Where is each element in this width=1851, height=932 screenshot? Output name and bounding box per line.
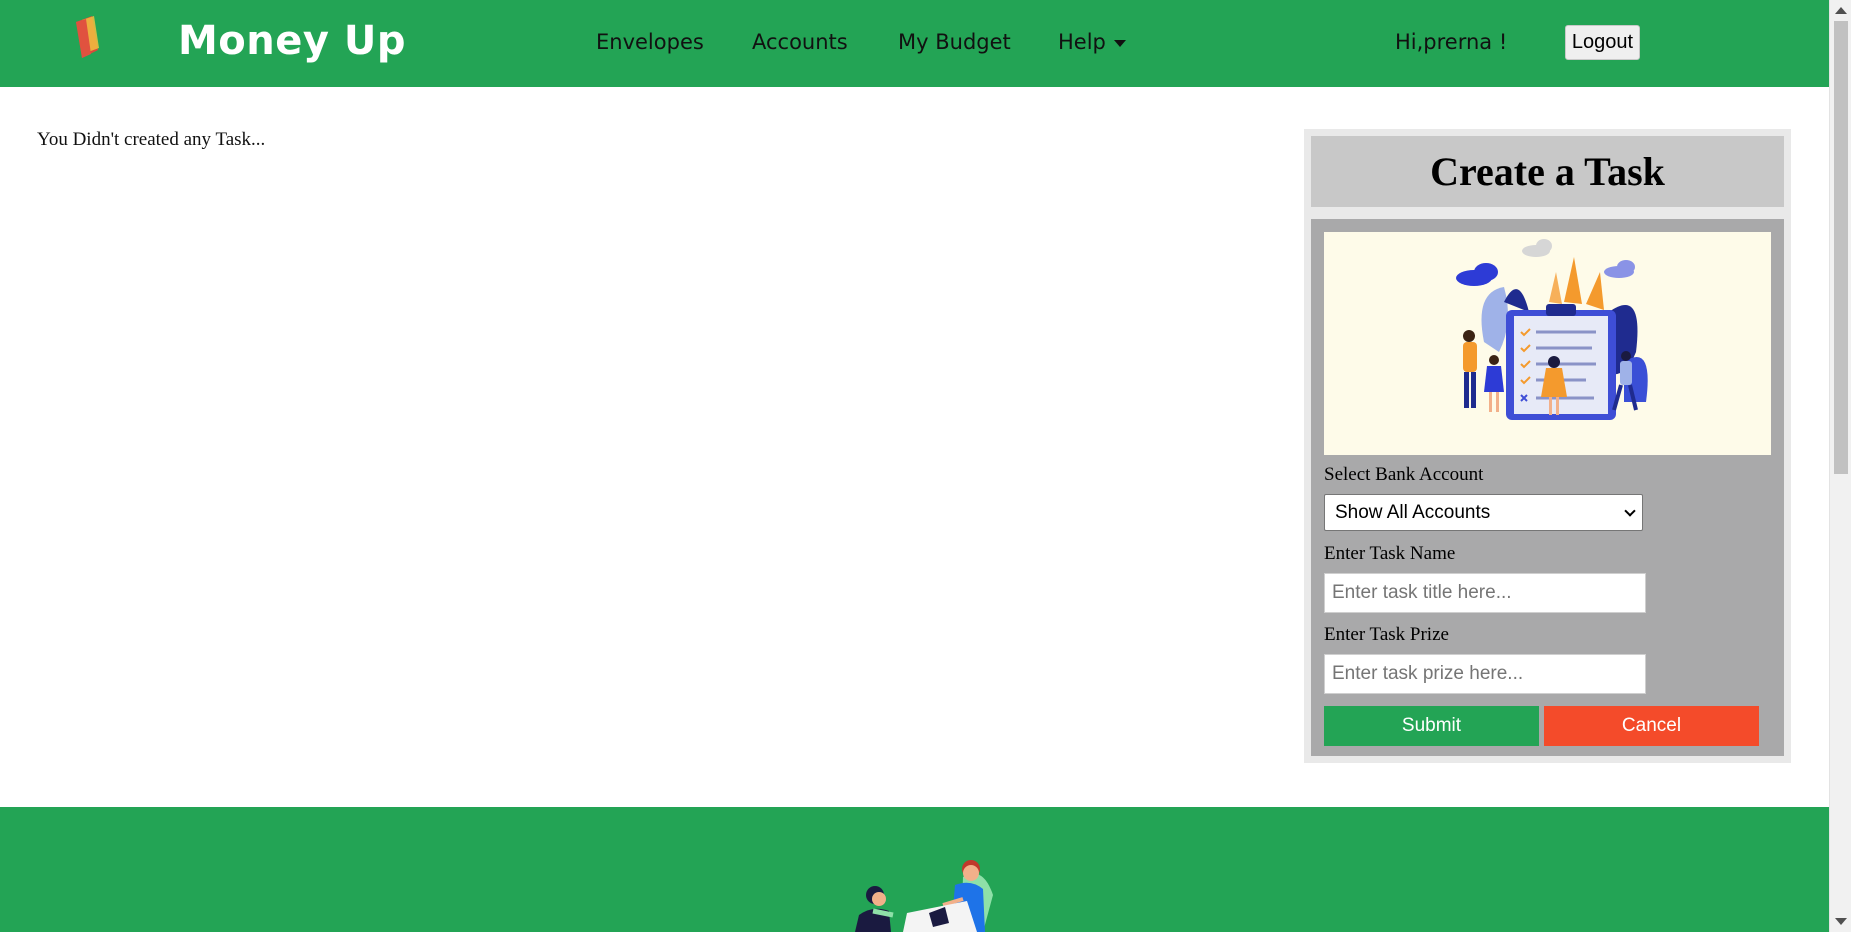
top-navbar: Money Up Envelopes Accounts My Budget He… (0, 0, 1829, 87)
scroll-up-arrow-icon[interactable] (1835, 7, 1847, 14)
scroll-thumb[interactable] (1834, 21, 1848, 474)
bank-account-selected: Show All Accounts (1335, 501, 1491, 523)
page-scrollbar[interactable] (1829, 0, 1851, 932)
submit-button[interactable]: Submit (1324, 706, 1539, 746)
task-name-label: Enter Task Name (1324, 543, 1456, 564)
nav-accounts[interactable]: Accounts (752, 30, 848, 54)
create-task-form: Select Bank Account Show All Accounts En… (1311, 219, 1784, 756)
user-greeting: Hi,prerna ! (1395, 30, 1508, 54)
nav-help-dropdown[interactable]: Help (1058, 30, 1126, 54)
wallet-logo-icon[interactable] (72, 14, 104, 60)
bank-account-select[interactable]: Show All Accounts (1324, 494, 1643, 531)
bank-account-label: Select Bank Account (1324, 464, 1484, 485)
people-meeting-illustration (855, 860, 993, 932)
create-task-panel: Create a Task Select Bank Account Show A… (1304, 129, 1791, 763)
task-prize-input[interactable] (1324, 654, 1646, 694)
caret-down-icon (1113, 39, 1126, 47)
task-prize-label: Enter Task Prize (1324, 624, 1449, 645)
cancel-button[interactable]: Cancel (1544, 706, 1759, 746)
brand-title[interactable]: Money Up (178, 18, 406, 64)
empty-tasks-message: You Didn't created any Task... (37, 129, 266, 150)
task-checklist-illustration (1324, 232, 1771, 455)
scroll-down-arrow-icon[interactable] (1835, 918, 1847, 925)
nav-envelopes[interactable]: Envelopes (596, 30, 704, 54)
create-task-header: Create a Task (1311, 136, 1784, 207)
chevron-down-icon (1624, 504, 1636, 517)
nav-my-budget[interactable]: My Budget (898, 30, 1011, 54)
logout-button[interactable]: Logout (1565, 25, 1640, 60)
task-name-input[interactable] (1324, 573, 1646, 613)
create-task-title: Create a Task (1430, 149, 1665, 194)
nav-help-label: Help (1058, 30, 1106, 54)
footer (0, 807, 1829, 932)
